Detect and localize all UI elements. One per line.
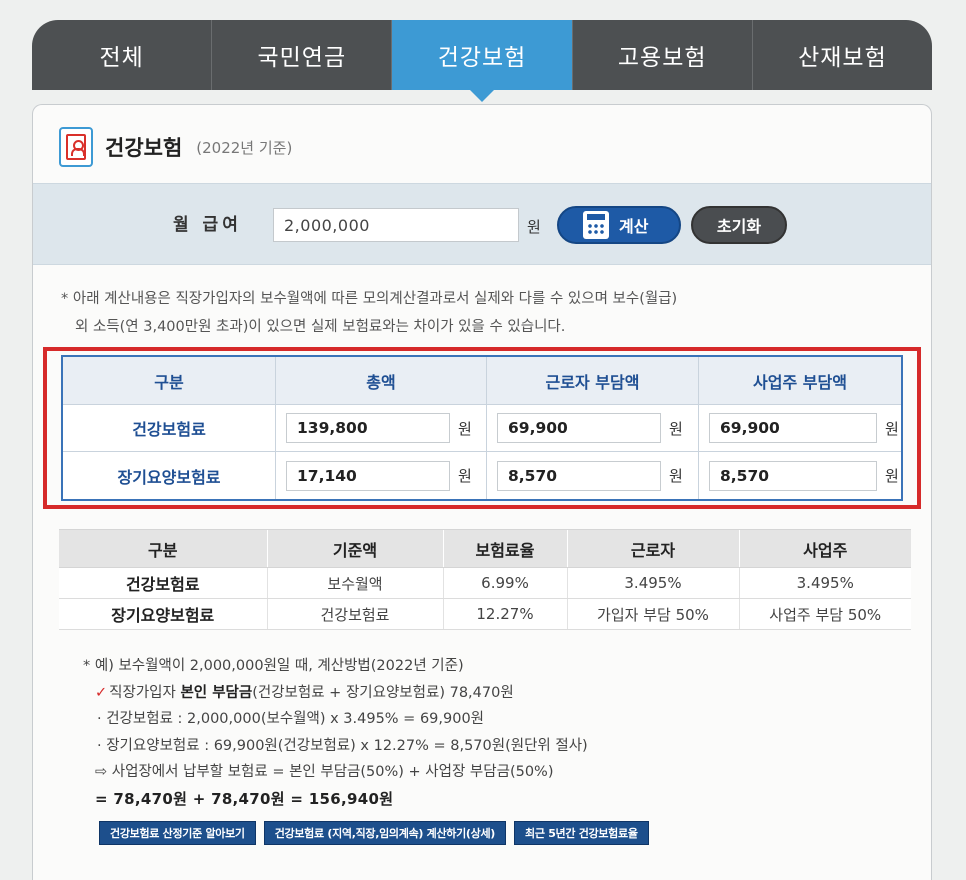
notice-line-2: 외 소득(연 3,400만원 초과)이 있으면 실제 보험료와는 차이가 있을 … — [75, 319, 566, 335]
recent-rates-button[interactable]: 최근 5년간 건강보험료율 — [514, 821, 649, 845]
panel-subtitle: (2022년 기준) — [196, 138, 293, 157]
calculate-button[interactable]: 계산 — [557, 206, 681, 244]
example-line-1: * 예) 보수월액이 2,000,000원일 때, 계산방법(2022년 기준) — [83, 658, 464, 674]
unit-label: 원 — [458, 467, 472, 485]
check-mark-icon: ✓ — [95, 684, 108, 701]
example-line-2: ✓ 직장가입자 본인 부담금(건강보험료 + 장기요양보험료) 78,470원 — [83, 680, 903, 707]
health-employer-field: 69,900 — [709, 413, 877, 443]
example-line-2b: (건강보험료 + 장기요양보험료) 78,470원 — [252, 684, 514, 701]
unit-label: 원 — [885, 467, 899, 485]
health-worker-field: 69,900 — [497, 413, 661, 443]
example-line-5: ⇨ 사업장에서 납부할 보험료 = 본인 부담금(50%) + 사업장 부담금(… — [95, 764, 554, 780]
rate-cell: 6.99% — [442, 567, 567, 599]
rate-cell: 가입자 부담 50% — [566, 598, 739, 630]
rate-header-row: 구분 기준액 보험료율 근로자 사업주 — [59, 529, 911, 568]
unit-label: 원 — [885, 419, 899, 438]
result-header-total: 총액 — [276, 357, 487, 404]
tab-national-pension[interactable]: 국민연금 — [212, 20, 393, 90]
rate-header-employer: 사업주 — [738, 529, 911, 568]
calculation-notice: * 아래 계산내용은 직장가입자의 보수월액에 따른 모의계산결과로서 실제와 … — [61, 285, 911, 341]
salary-unit: 원 — [527, 218, 541, 236]
example-total: = 78,470원 + 78,470원 = 156,940원 — [95, 789, 394, 808]
unit-label: 원 — [458, 419, 472, 438]
tab-employment-insurance[interactable]: 고용보험 — [573, 20, 753, 90]
care-worker-field: 8,570 — [497, 460, 661, 491]
rate-header-worker: 근로자 — [566, 529, 739, 568]
health-total-field: 139,800 — [286, 413, 450, 443]
row-label-health: 건강보험료 — [132, 420, 206, 439]
result-header-category: 구분 — [63, 357, 276, 404]
table-row: 장기요양보험료 건강보험료 12.27% 가입자 부담 50% 사업주 부담 5… — [59, 598, 911, 630]
tab-all[interactable]: 전체 — [32, 20, 213, 90]
example-line-3: · 건강보험료 : 2,000,000(보수월액) x 3.495% = 69,… — [97, 711, 485, 727]
care-employer-field: 8,570 — [709, 460, 877, 491]
calculation-example: * 예) 보수월액이 2,000,000원일 때, 계산방법(2022년 기준)… — [83, 653, 903, 812]
premium-criteria-button[interactable]: 건강보험료 산정기준 알아보기 — [99, 821, 256, 845]
rate-cell: 건강보험료 — [266, 598, 443, 630]
rate-header-base: 기준액 — [266, 529, 443, 568]
panel-header: 건강보험 (2022년 기준) — [59, 125, 292, 169]
rate-cell: 보수월액 — [266, 567, 443, 599]
health-card-icon — [59, 127, 93, 167]
rate-cell: 12.27% — [442, 598, 567, 630]
salary-calculator-bar: 월 급여 원 계산 초기화 — [33, 183, 931, 265]
result-header-worker: 근로자 부담액 — [487, 357, 699, 404]
health-insurance-panel: 건강보험 (2022년 기준) 월 급여 원 계산 초기화 * 아래 계산내용은… — [32, 104, 932, 880]
result-header-employer: 사업주 부담액 — [753, 372, 847, 392]
rate-cell: 3.495% — [566, 567, 739, 599]
notice-line-1: * 아래 계산내용은 직장가입자의 보수월액에 따른 모의계산결과로서 실제와 … — [61, 291, 678, 307]
unit-label: 원 — [669, 419, 683, 438]
result-table: 구분 총액 근로자 부담액 사업주 부담액 건강보험료 139,800 원 69,… — [61, 355, 903, 501]
calculate-button-label: 계산 — [619, 217, 649, 236]
salary-label: 월 급여 — [173, 215, 242, 235]
insurance-rate-table: 구분 기준액 보험료율 근로자 사업주 건강보험료 보수월액 6.99% 3.4… — [59, 529, 911, 630]
example-line-2a: 직장가입자 — [109, 684, 181, 701]
table-row: 건강보험료 보수월액 6.99% 3.495% 3.495% — [59, 567, 911, 599]
example-line-2-strong: 본인 부담금 — [180, 684, 253, 701]
reset-button[interactable]: 초기화 — [691, 206, 787, 244]
salary-input[interactable] — [273, 208, 519, 242]
panel-title: 건강보험 — [105, 136, 183, 160]
table-row: 장기요양보험료 17,140 원 8,570 원 8,570 원 — [63, 452, 901, 499]
table-row: 건강보험료 139,800 원 69,900 원 69,900 원 — [63, 405, 901, 452]
rate-cell: 장기요양보험료 — [59, 598, 267, 630]
insurance-tabs: 전체 국민연금 건강보험 고용보험 산재보험 — [32, 20, 932, 102]
tab-industrial-accident-insurance[interactable]: 산재보험 — [753, 20, 932, 90]
example-line-4: · 장기요양보험료 : 69,900원(건강보험료) x 12.27% = 8,… — [97, 737, 588, 754]
result-highlight: 구분 총액 근로자 부담액 사업주 부담액 건강보험료 139,800 원 69,… — [43, 347, 921, 509]
calculator-icon — [583, 211, 609, 239]
row-label-longterm-care: 장기요양보험료 — [117, 467, 221, 487]
rate-header-rate: 보험료율 — [442, 529, 567, 568]
result-header-row: 구분 총액 근로자 부담액 사업주 부담액 — [63, 357, 901, 405]
rate-cell: 3.495% — [738, 567, 911, 599]
tab-health-insurance[interactable]: 건강보험 — [392, 20, 573, 102]
unit-label: 원 — [669, 467, 683, 485]
rate-header-category: 구분 — [59, 529, 267, 568]
rate-cell: 사업주 부담 50% — [738, 598, 911, 630]
premium-detail-calc-button[interactable]: 건강보험료 (지역,직장,임의계속) 계산하기(상세) — [263, 821, 507, 845]
rate-cell: 건강보험료 — [59, 567, 267, 599]
care-total-field: 17,140 — [286, 460, 450, 491]
bottom-buttons: 건강보험료 산정기준 알아보기 건강보험료 (지역,직장,임의계속) 계산하기(… — [99, 821, 649, 845]
